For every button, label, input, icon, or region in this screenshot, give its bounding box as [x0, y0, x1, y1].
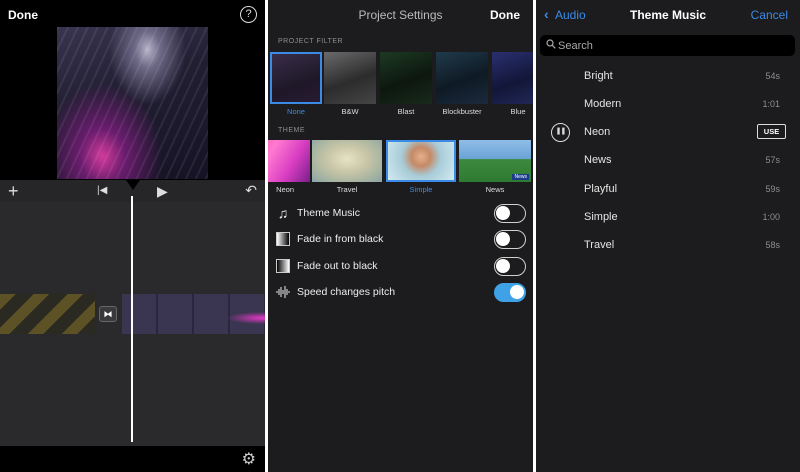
song-row-neon[interactable]: ❚❚ Neon USE: [536, 120, 800, 148]
news-badge: News: [512, 174, 529, 180]
filter-blue[interactable]: Blue: [492, 49, 533, 119]
theme-music-row[interactable]: ♫ Theme Music: [268, 203, 533, 227]
search-bar[interactable]: [540, 35, 795, 56]
theme-neon[interactable]: Neon: [268, 140, 312, 196]
viewer-area: Done ?: [0, 0, 265, 180]
fade-in-icon: [276, 232, 290, 246]
playhead: [131, 196, 133, 442]
speed-pitch-toggle[interactable]: [494, 283, 526, 302]
filter-blast[interactable]: Blast: [380, 49, 436, 119]
done-button[interactable]: Done: [490, 8, 520, 22]
playhead-marker: [126, 180, 140, 190]
search-icon: [546, 39, 556, 49]
song-row-simple[interactable]: Simple 1:00: [536, 205, 800, 233]
bottom-bar: ⚙: [0, 446, 265, 472]
song-row-modern[interactable]: Modern 1:01: [536, 92, 800, 120]
use-button[interactable]: USE: [757, 124, 786, 139]
song-row-bright[interactable]: Bright 54s: [536, 64, 800, 92]
gear-icon[interactable]: ⚙: [242, 449, 256, 469]
fade-in-toggle[interactable]: [494, 230, 526, 249]
fade-out-icon: [276, 259, 290, 273]
section-label: THEME: [278, 127, 305, 134]
waveform-icon: [276, 286, 290, 298]
song-row-travel[interactable]: Travel 58s: [536, 233, 800, 261]
undo-icon[interactable]: ↶: [245, 182, 257, 199]
theme-travel[interactable]: Travel: [312, 140, 384, 196]
fade-out-toggle[interactable]: [494, 257, 526, 276]
filter-row: None B&W Blast Blockbuster Blue: [268, 49, 533, 119]
skip-to-start-icon[interactable]: |◀: [97, 185, 107, 196]
project-settings-panel: Project Settings Done PROJECT FILTER Non…: [268, 0, 533, 472]
theme-music-panel: ‹ Audio Theme Music Cancel Bright 54s Mo…: [536, 0, 800, 472]
theme-news[interactable]: News News: [459, 140, 533, 196]
section-label: PROJECT FILTER: [278, 38, 344, 45]
speed-pitch-row[interactable]: Speed changes pitch: [268, 282, 533, 306]
filter-none[interactable]: None: [270, 49, 326, 119]
play-icon[interactable]: ▶: [157, 183, 168, 200]
song-row-news[interactable]: News 57s: [536, 148, 800, 176]
help-icon[interactable]: ?: [240, 6, 257, 23]
video-preview[interactable]: [57, 27, 208, 179]
filter-bw[interactable]: B&W: [324, 49, 380, 119]
song-row-playful[interactable]: Playful 59s: [536, 177, 800, 205]
theme-music-toggle[interactable]: [494, 204, 526, 223]
timeline-clip[interactable]: [122, 294, 265, 334]
search-input[interactable]: [558, 38, 788, 53]
add-media-icon[interactable]: +: [8, 182, 19, 200]
cancel-button[interactable]: Cancel: [751, 8, 788, 22]
timeline-clip[interactable]: [0, 294, 95, 334]
pause-icon[interactable]: ❚❚: [551, 123, 570, 142]
theme-simple[interactable]: Simple: [386, 140, 458, 196]
theme-row: Neon Travel Simple News News: [268, 140, 533, 196]
fade-out-row[interactable]: Fade out to black: [268, 256, 533, 280]
fade-in-row[interactable]: Fade in from black: [268, 229, 533, 253]
editor-panel: Done ? + |◀ ▶ ↶ ⧓ ⚙: [0, 0, 265, 472]
transition-icon[interactable]: ⧓: [99, 306, 117, 322]
done-button[interactable]: Done: [8, 8, 38, 22]
filter-blockbuster[interactable]: Blockbuster: [436, 49, 492, 119]
music-note-icon: ♫: [277, 205, 289, 221]
